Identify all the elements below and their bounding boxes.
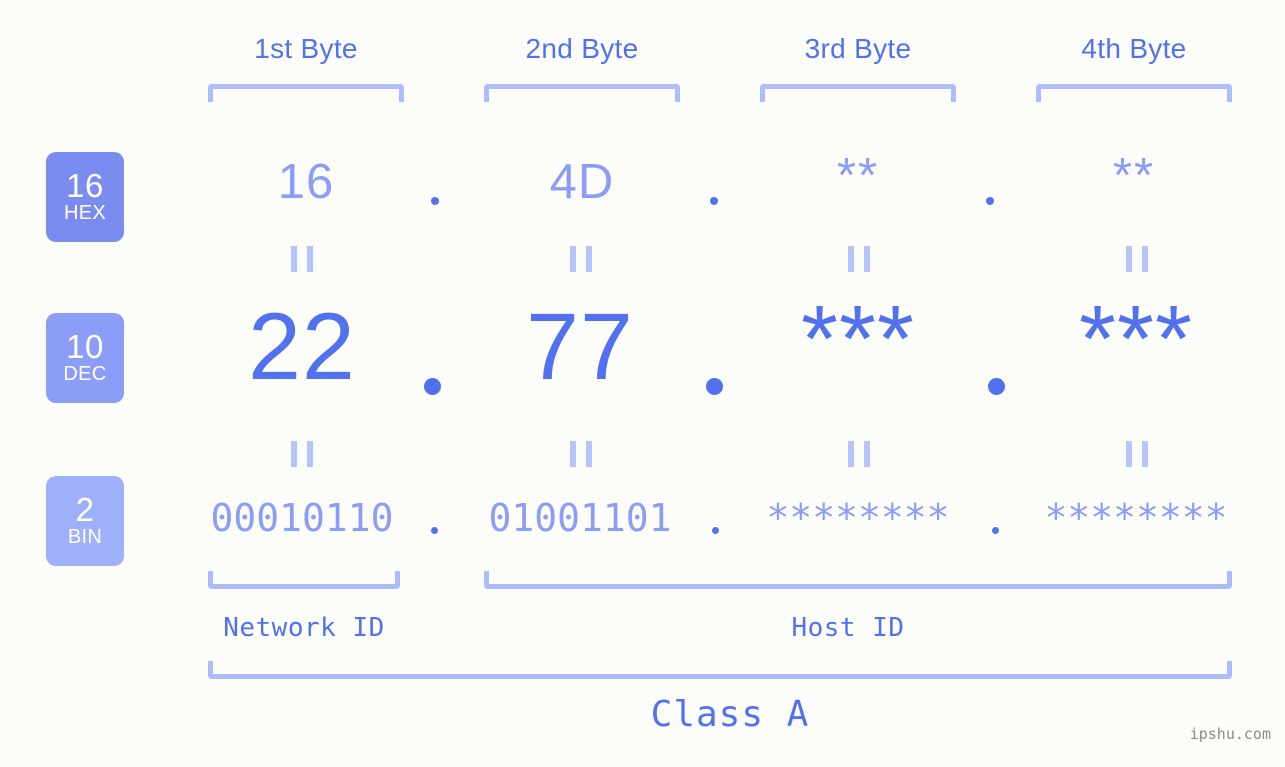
network-id-label: Network ID <box>223 613 385 643</box>
byte-bracket-3 <box>760 84 956 102</box>
radix-badge-dec-name: DEC <box>63 363 107 385</box>
radix-badge-bin: 2 BIN <box>46 476 124 566</box>
bin-separator-dot-1 <box>431 527 438 534</box>
class-bracket <box>208 661 1232 679</box>
hex-separator-dot-3 <box>986 197 994 205</box>
byte-header-1: 1st Byte <box>254 33 358 64</box>
dec-byte-1: 22 <box>248 294 356 400</box>
hex-byte-2: 4D <box>549 155 615 209</box>
bin-byte-1: 00010110 <box>210 496 394 540</box>
dec-byte-4: *** <box>1079 286 1193 392</box>
equality-mark-hex-dec-2 <box>570 246 592 272</box>
radix-badge-dec: 10 DEC <box>46 313 124 403</box>
bin-separator-dot-3 <box>992 527 999 534</box>
host-id-label: Host ID <box>791 613 905 643</box>
equality-mark-hex-dec-1 <box>291 246 313 272</box>
byte-header-3: 3rd Byte <box>804 33 912 64</box>
byte-bracket-4 <box>1036 84 1232 102</box>
dec-byte-2: 77 <box>526 294 634 400</box>
bin-byte-3: ******** <box>766 496 950 540</box>
equality-mark-dec-bin-1 <box>291 441 313 467</box>
dec-byte-3: *** <box>801 286 915 392</box>
radix-badge-dec-number: 10 <box>66 328 104 365</box>
bin-separator-dot-2 <box>712 527 719 534</box>
radix-badge-hex-name: HEX <box>63 202 107 224</box>
dec-separator-dot-3 <box>988 378 1005 395</box>
byte-header-2: 2nd Byte <box>525 33 639 64</box>
hex-separator-dot-2 <box>710 197 718 205</box>
class-label: Class A <box>650 694 810 735</box>
hex-byte-3: ** <box>836 149 880 203</box>
network-id-bracket <box>208 571 400 589</box>
dec-separator-dot-2 <box>706 378 723 395</box>
radix-badge-bin-number: 2 <box>75 491 95 528</box>
byte-bracket-2 <box>484 84 680 102</box>
bin-byte-4: ******** <box>1044 496 1228 540</box>
hex-byte-1: 16 <box>277 155 335 209</box>
hex-separator-dot-1 <box>431 197 439 205</box>
byte-bracket-1 <box>208 84 404 102</box>
equality-mark-dec-bin-3 <box>848 441 870 467</box>
equality-mark-dec-bin-4 <box>1126 441 1148 467</box>
equality-mark-hex-dec-4 <box>1126 246 1148 272</box>
radix-badge-hex-number: 16 <box>66 167 104 204</box>
bin-byte-2: 01001101 <box>488 496 672 540</box>
ip-address-breakdown-diagram: 1st Byte 2nd Byte 3rd Byte 4th Byte 16 H… <box>0 0 1285 767</box>
site-watermark: ipshu.com <box>1189 725 1271 743</box>
radix-badge-hex: 16 HEX <box>46 152 124 242</box>
hex-byte-4: ** <box>1112 149 1156 203</box>
byte-header-4: 4th Byte <box>1081 33 1187 64</box>
dec-separator-dot-1 <box>424 378 441 395</box>
equality-mark-hex-dec-3 <box>848 246 870 272</box>
host-id-bracket <box>484 571 1232 589</box>
equality-mark-dec-bin-2 <box>570 441 592 467</box>
radix-badge-bin-name: BIN <box>67 526 103 548</box>
